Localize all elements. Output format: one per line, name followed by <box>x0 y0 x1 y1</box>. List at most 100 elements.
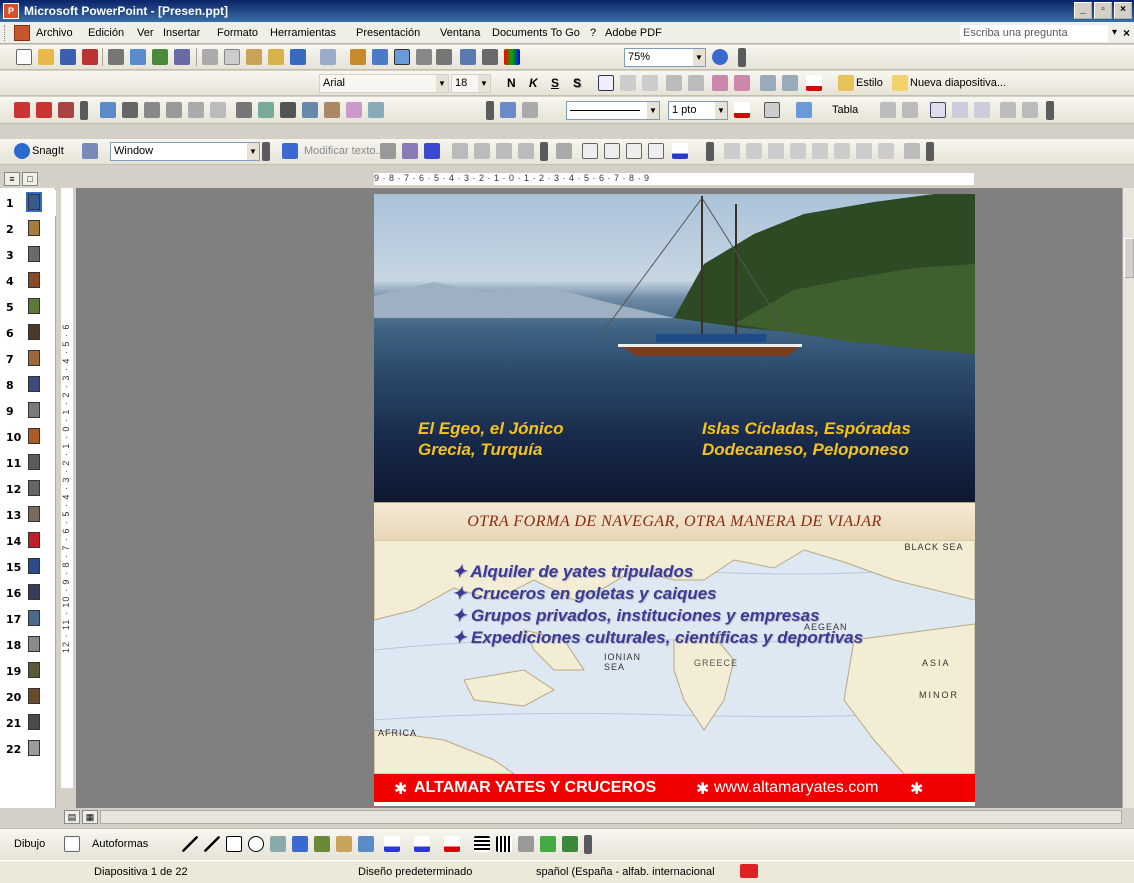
slide-thumbnail[interactable]: 4 <box>0 268 56 294</box>
edit-text-button[interactable]: Modificar texto... <box>304 145 385 157</box>
fill-color-icon[interactable] <box>796 102 812 118</box>
align-top-icon[interactable] <box>930 102 946 118</box>
shape-7-icon[interactable] <box>856 143 872 159</box>
open-icon[interactable] <box>38 49 54 65</box>
slide-canvas[interactable]: El Egeo, el Jónico Grecia, Turquía Islas… <box>374 194 975 806</box>
spelling-icon[interactable] <box>152 49 168 65</box>
draw-menu-button[interactable]: Dibujo <box>14 838 45 850</box>
line-style-icon[interactable] <box>474 836 490 852</box>
menu-formato[interactable]: Formato <box>217 27 258 39</box>
snagit-button[interactable]: SnagIt <box>32 145 64 157</box>
chevron-down-icon[interactable]: ▼ <box>647 102 659 119</box>
align-right-icon[interactable] <box>642 75 658 91</box>
distribute-rows-icon[interactable] <box>1000 102 1016 118</box>
shape-4-icon[interactable] <box>790 143 806 159</box>
copy-icon[interactable] <box>224 49 240 65</box>
minimize-button[interactable]: _ <box>1074 2 1092 19</box>
shape-5-icon[interactable] <box>812 143 828 159</box>
compress-icon[interactable] <box>302 102 318 118</box>
textbox-1-icon[interactable] <box>582 143 598 159</box>
research-icon[interactable] <box>174 49 190 65</box>
ask-dropdown-icon[interactable]: ▾ <box>1112 27 1117 38</box>
increase-indent-icon[interactable] <box>782 75 798 91</box>
toolbar-options-icon[interactable] <box>540 142 548 161</box>
wordart-icon[interactable] <box>282 143 298 159</box>
menu-documents-to-go[interactable]: Documents To Go <box>492 27 580 39</box>
menu-insertar[interactable]: Insertar <box>163 27 200 39</box>
slide-thumbnail[interactable]: 10 <box>0 424 56 450</box>
print-preview-icon[interactable] <box>130 49 146 65</box>
powerpoint-icon[interactable]: P <box>3 3 19 19</box>
toolbar-options-icon[interactable] <box>926 142 934 161</box>
shadow-button[interactable]: S <box>573 76 581 90</box>
slide-thumbnail[interactable]: 20 <box>0 684 56 710</box>
undo-icon[interactable] <box>290 49 306 65</box>
slide-thumbnail[interactable]: 6 <box>0 320 56 346</box>
slide-thumbnail[interactable]: 8 <box>0 372 56 398</box>
permission-icon[interactable] <box>82 49 98 65</box>
snagit-settings-icon[interactable] <box>82 143 98 159</box>
toolbar-options-icon[interactable] <box>1046 101 1054 120</box>
cut-icon[interactable] <box>202 49 218 65</box>
menu-herramientas[interactable]: Herramientas <box>270 27 336 39</box>
line-color-icon[interactable] <box>414 836 430 852</box>
toolbar-options-icon[interactable] <box>738 48 746 67</box>
less-brightness-icon[interactable] <box>210 102 226 118</box>
vertical-scrollbar[interactable] <box>1122 188 1134 808</box>
shape-1-icon[interactable] <box>724 143 740 159</box>
numbering-icon[interactable] <box>666 75 682 91</box>
rotate-icon[interactable] <box>258 102 274 118</box>
chevron-down-icon[interactable]: ▼ <box>715 102 727 119</box>
table-menu-button[interactable]: Tabla <box>832 104 858 116</box>
font-color-icon[interactable] <box>806 75 822 91</box>
arrow-icon[interactable] <box>204 836 220 852</box>
restore-button[interactable]: ▫ <box>1094 2 1112 19</box>
insert-chart-icon[interactable] <box>350 49 366 65</box>
chevron-down-icon[interactable]: ▼ <box>478 75 490 92</box>
wordart-gallery-icon[interactable] <box>380 143 396 159</box>
decrease-font-size-icon[interactable] <box>734 75 750 91</box>
insert-picture-icon[interactable] <box>100 102 116 118</box>
borders-icon[interactable] <box>764 102 780 118</box>
slide-thumbnail[interactable]: 2 <box>0 216 56 242</box>
merge-cells-icon[interactable] <box>902 102 918 118</box>
slide-thumbnail[interactable]: 12 <box>0 476 56 502</box>
chevron-down-icon[interactable]: ▼ <box>693 49 705 66</box>
recolor-icon[interactable] <box>324 102 340 118</box>
insert-table-icon[interactable] <box>372 49 388 65</box>
format-painter-icon[interactable] <box>268 49 284 65</box>
group-icon[interactable] <box>904 143 920 159</box>
menu-ventana[interactable]: Ventana <box>440 27 480 39</box>
scroll-thumb[interactable] <box>1124 238 1134 278</box>
paste-icon[interactable] <box>246 49 262 65</box>
ask-question-input[interactable]: Escriba una pregunta <box>960 25 1108 42</box>
diagram-icon[interactable] <box>314 836 330 852</box>
menu-edicion[interactable]: Edición <box>88 27 124 39</box>
redo-icon[interactable] <box>320 49 336 65</box>
bullets-icon[interactable] <box>688 75 704 91</box>
outline-tab-icon[interactable]: ≡ <box>4 172 20 186</box>
toolbar-options-icon[interactable] <box>486 101 494 120</box>
underline-button[interactable]: S <box>551 76 559 90</box>
text-align-icon[interactable] <box>496 143 512 159</box>
pdf-review-icon[interactable] <box>58 102 74 118</box>
select-objects-icon[interactable] <box>64 836 80 852</box>
char-spacing-icon[interactable] <box>518 143 534 159</box>
rectangle-icon[interactable] <box>226 836 242 852</box>
slide-thumbnail[interactable]: 17 <box>0 606 56 632</box>
new-slide-icon[interactable] <box>892 75 908 91</box>
textbox-2-icon[interactable] <box>604 143 620 159</box>
print-icon[interactable] <box>108 49 124 65</box>
line-style-icon[interactable] <box>280 102 296 118</box>
slide-thumbnail[interactable]: 21 <box>0 710 56 736</box>
capture-mode-combo[interactable]: Window ▼ <box>110 142 260 161</box>
menu-grip[interactable] <box>4 25 7 41</box>
increase-font-size-icon[interactable] <box>712 75 728 91</box>
expand-icon[interactable] <box>436 49 452 65</box>
textbox-icon[interactable] <box>270 836 286 852</box>
toolbar-options-icon[interactable] <box>706 142 714 161</box>
slide-thumbnail[interactable]: 11 <box>0 450 56 476</box>
draw-table-icon[interactable] <box>500 102 516 118</box>
style-button[interactable]: Estilo <box>856 77 883 89</box>
autoshapes-menu-button[interactable]: Autoformas <box>92 838 148 850</box>
